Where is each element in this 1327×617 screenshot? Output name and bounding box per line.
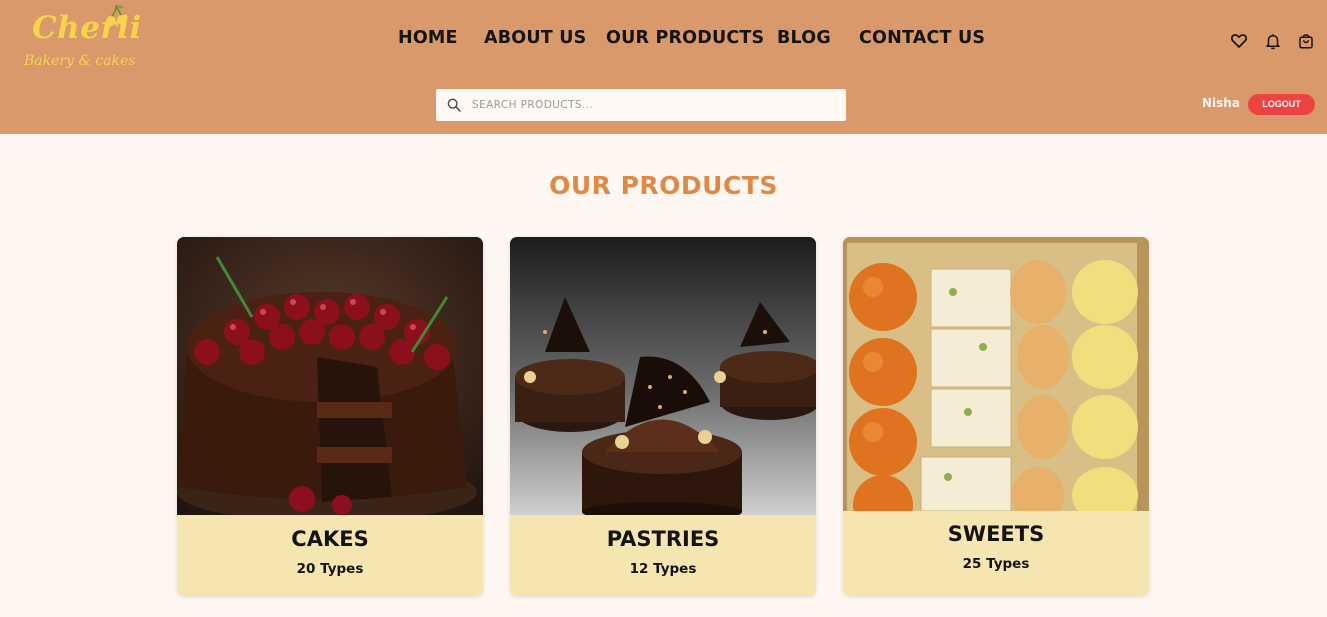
bell-icon[interactable] bbox=[1264, 32, 1282, 50]
user-name: Nisha bbox=[1202, 96, 1240, 110]
cake-image bbox=[177, 237, 483, 515]
product-card-sweets[interactable]: SWEETS 25 Types bbox=[843, 237, 1149, 596]
nav-about-us[interactable]: ABOUT US bbox=[484, 28, 586, 48]
logout-button[interactable]: LOGOUT bbox=[1248, 94, 1315, 115]
search-input[interactable] bbox=[472, 89, 832, 121]
product-card-pastries[interactable]: PASTRIES 12 Types bbox=[510, 237, 816, 596]
nav-our-products[interactable]: OUR PRODUCTS bbox=[606, 28, 764, 48]
search-icon bbox=[447, 98, 461, 112]
nav-blog[interactable]: BLOG bbox=[777, 28, 831, 48]
heart-icon[interactable] bbox=[1230, 32, 1248, 50]
nav-home[interactable]: HOME bbox=[398, 28, 458, 48]
section-title: OUR PRODUCTS bbox=[549, 171, 778, 200]
card-subtitle: 12 Types bbox=[629, 561, 697, 577]
cherry-icon bbox=[106, 4, 127, 26]
main-nav: HOME ABOUT US OUR PRODUCTS BLOG CONTACT … bbox=[0, 28, 1327, 52]
site-header: Cherii Bakery & cakes HOME ABOUT US OUR … bbox=[0, 0, 1327, 134]
pastry-image bbox=[510, 237, 816, 515]
card-subtitle: 20 Types bbox=[296, 561, 364, 577]
card-title: PASTRIES bbox=[606, 527, 720, 551]
logo-subtitle: Bakery & cakes bbox=[24, 53, 136, 69]
sweets-image bbox=[843, 237, 1149, 511]
nav-contact-us[interactable]: CONTACT US bbox=[859, 28, 985, 48]
card-title: SWEETS bbox=[947, 522, 1045, 546]
card-title: CAKES bbox=[291, 527, 369, 551]
search-bar bbox=[436, 89, 846, 121]
shopping-bag-icon[interactable] bbox=[1297, 32, 1315, 50]
product-card-cakes[interactable]: CAKES 20 Types bbox=[177, 237, 483, 596]
card-subtitle: 25 Types bbox=[962, 556, 1030, 572]
